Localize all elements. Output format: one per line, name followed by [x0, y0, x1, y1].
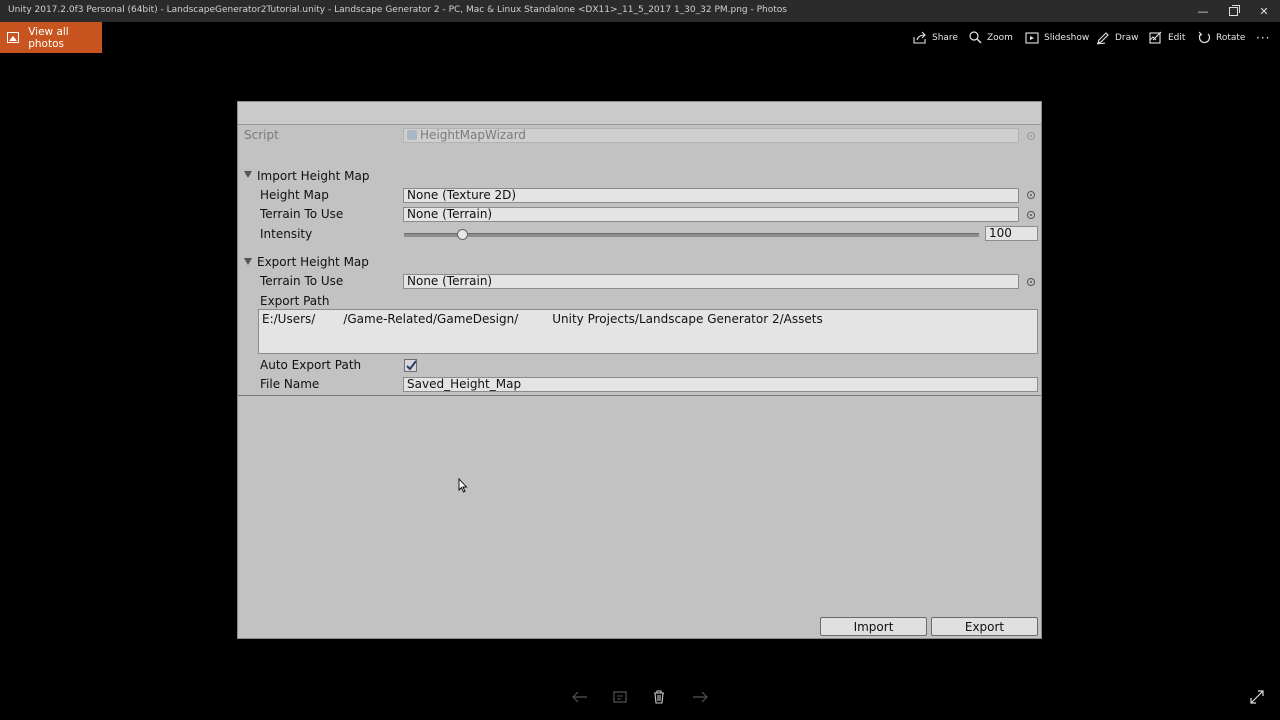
arrow-left-icon [572, 691, 587, 703]
auto-export-path-label: Auto Export Path [260, 358, 362, 372]
panel-divider [238, 395, 1041, 396]
export-button[interactable]: Export [931, 617, 1038, 636]
info-panel-icon [613, 691, 627, 703]
rotate-button[interactable]: Rotate [1198, 22, 1245, 53]
unity-inspector-image: Script HeightMapWizard Import Height Map… [237, 101, 1042, 639]
export-path-textarea[interactable]: E:/Users/ /Game-Related/GameDesign/Unity … [258, 309, 1038, 354]
export-foldout-arrow-icon[interactable] [244, 258, 252, 265]
intensity-value-field[interactable]: 100 [985, 226, 1038, 241]
close-button[interactable]: ✕ [1249, 2, 1279, 20]
terrain-to-use-field[interactable]: None (Terrain) [403, 207, 1019, 222]
export-height-map-header[interactable]: Export Height Map [257, 255, 369, 269]
import-height-map-header[interactable]: Import Height Map [257, 169, 369, 183]
auto-export-path-checkbox[interactable] [404, 359, 417, 372]
window-title: Unity 2017.2.0f3 Personal (64bit) - Land… [8, 5, 787, 15]
export-path-segment-1: E:/Users/ [262, 312, 316, 326]
edit-button[interactable]: Edit [1149, 22, 1185, 53]
edit-icon [1149, 31, 1162, 44]
terrain-picker-icon[interactable] [1027, 211, 1035, 219]
rotate-icon [1198, 31, 1211, 44]
height-map-picker-icon[interactable] [1027, 191, 1035, 199]
file-name-label: File Name [260, 377, 320, 391]
photo-icon [7, 32, 20, 43]
script-picker-icon [1027, 132, 1035, 140]
photos-toolbar: View all photos Share Zoom Slideshow Dra… [0, 22, 1280, 53]
inspector-header [238, 102, 1041, 125]
zoom-button[interactable]: Zoom [969, 22, 1013, 53]
script-field: HeightMapWizard [403, 128, 1019, 143]
restore-button[interactable] [1218, 2, 1248, 20]
slideshow-icon [1025, 31, 1039, 44]
script-value: HeightMapWizard [420, 128, 526, 142]
intensity-slider[interactable] [404, 233, 979, 237]
export-path-label: Export Path [260, 294, 330, 308]
view-all-photos-label: View all photos [28, 25, 69, 50]
intensity-slider-thumb[interactable] [456, 229, 468, 240]
export-terrain-to-use-label: Terrain To Use [260, 274, 344, 288]
rotate-label: Rotate [1216, 32, 1246, 43]
slideshow-button[interactable]: Slideshow [1025, 22, 1089, 53]
draw-button[interactable]: Draw [1096, 22, 1139, 53]
properties-panel: Script HeightMapWizard Import Height Map… [238, 125, 1041, 395]
draw-label: Draw [1115, 32, 1139, 43]
zoom-label: Zoom [987, 32, 1013, 43]
trash-icon [654, 690, 664, 704]
script-label: Script [244, 128, 279, 142]
title-bar: Unity 2017.2.0f3 Personal (64bit) - Land… [0, 0, 1280, 22]
mouse-cursor-icon [458, 478, 468, 493]
import-foldout-arrow-icon[interactable] [244, 171, 252, 178]
arrow-right-icon [693, 691, 708, 703]
share-button[interactable]: Share [913, 22, 958, 53]
terrain-to-use-label: Terrain To Use [260, 207, 344, 221]
delete-photo-button[interactable] [649, 689, 669, 705]
export-path-segment-3: Unity Projects/Landscape Generator 2/Ass… [552, 312, 823, 326]
height-map-label: Height Map [260, 188, 329, 202]
fullscreen-icon[interactable] [1250, 690, 1264, 704]
minimize-icon: — [1197, 4, 1209, 18]
draw-icon [1096, 31, 1109, 44]
zoom-icon [969, 31, 982, 44]
export-terrain-to-use-field[interactable]: None (Terrain) [403, 274, 1019, 289]
more-icon: ··· [1256, 30, 1271, 45]
previous-photo-button[interactable] [570, 689, 590, 705]
minimize-button[interactable]: — [1188, 2, 1218, 20]
share-label: Share [932, 32, 958, 43]
export-terrain-picker-icon[interactable] [1027, 278, 1035, 286]
view-all-photos-button[interactable]: View all photos [0, 22, 102, 53]
edit-label: Edit [1168, 32, 1186, 43]
restore-icon [1228, 4, 1240, 16]
file-name-field[interactable]: Saved_Height_Map [403, 377, 1038, 392]
next-photo-button[interactable] [690, 689, 710, 705]
import-button[interactable]: Import [820, 617, 927, 636]
intensity-label: Intensity [260, 227, 313, 241]
slideshow-label: Slideshow [1044, 32, 1090, 43]
export-path-segment-2: /Game-Related/GameDesign/ [343, 312, 519, 326]
height-map-field[interactable]: None (Texture 2D) [403, 188, 1019, 203]
checkmark-icon [406, 360, 417, 371]
share-icon [913, 31, 926, 44]
script-icon [407, 130, 417, 140]
close-icon: ✕ [1259, 4, 1269, 18]
more-options-button[interactable]: ··· [1256, 22, 1270, 53]
photo-info-button[interactable] [610, 689, 630, 705]
